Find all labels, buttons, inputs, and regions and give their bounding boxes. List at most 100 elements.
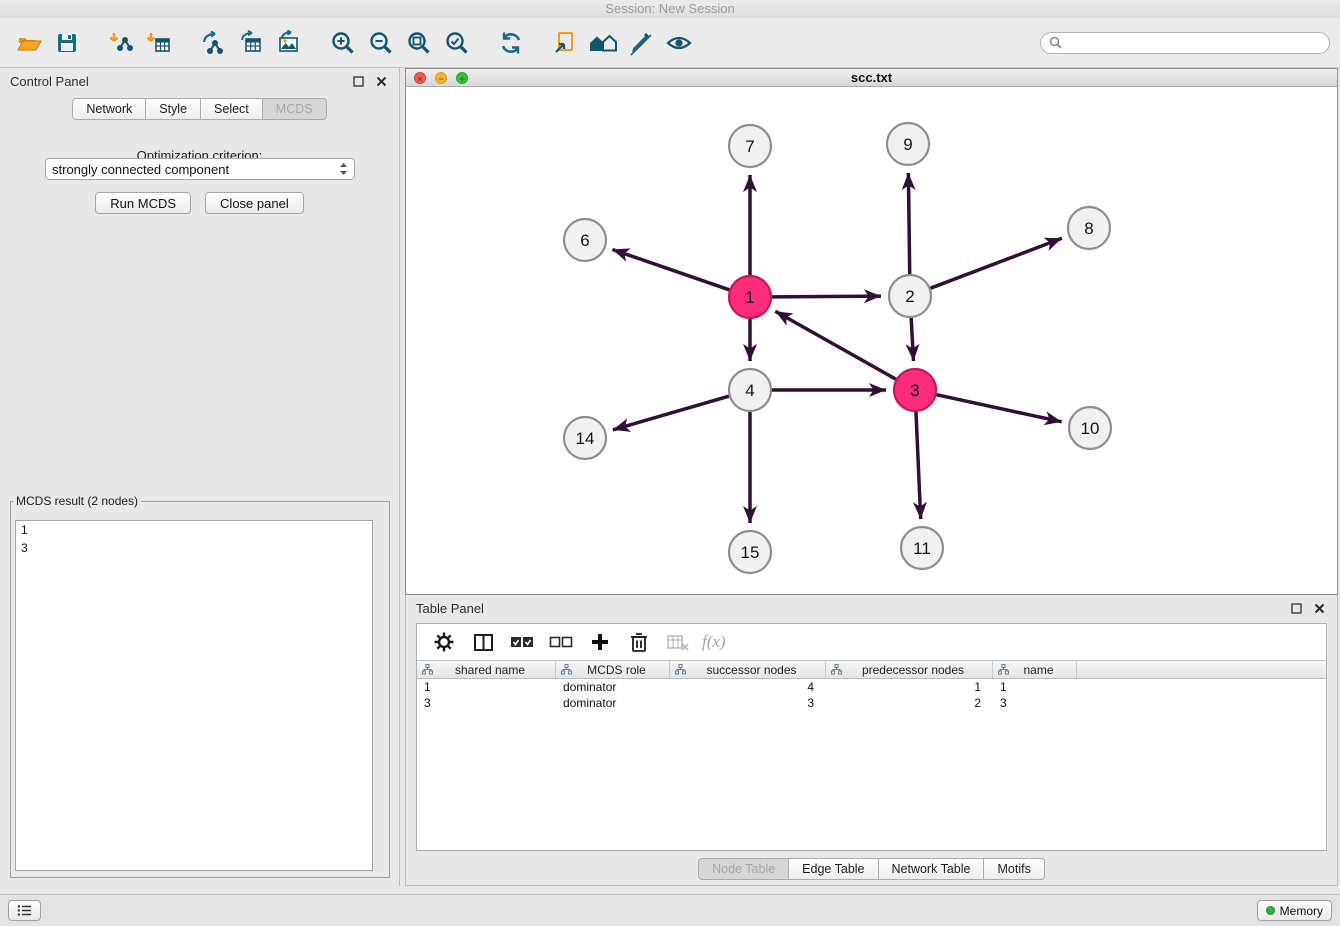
graph-node-9[interactable]: 9: [887, 123, 929, 165]
show-columns-button[interactable]: [468, 628, 498, 656]
node-label: 11: [913, 539, 931, 558]
close-window-button[interactable]: ×: [414, 72, 426, 84]
apply-style-button[interactable]: [622, 24, 660, 62]
edge-1-6[interactable]: [612, 249, 729, 289]
table-settings-button[interactable]: [429, 628, 459, 656]
zoom-out-button[interactable]: [362, 24, 400, 62]
search-input[interactable]: [1067, 36, 1321, 50]
graph-node-11[interactable]: 11: [901, 527, 943, 569]
table-cell[interactable]: 3: [417, 695, 556, 711]
table-cell[interactable]: 1: [417, 679, 556, 695]
tab-node-table[interactable]: Node Table: [698, 858, 788, 880]
control-panel: Control Panel NetworkStyleSelectMCDS Opt…: [0, 68, 400, 886]
node-label: 4: [745, 381, 754, 400]
tab-network[interactable]: Network: [72, 98, 145, 120]
window-title: Session: New Session: [605, 1, 734, 16]
graph-node-3[interactable]: 3: [894, 369, 936, 411]
show-hide-details-button[interactable]: [660, 24, 698, 62]
graph-node-7[interactable]: 7: [729, 125, 771, 167]
zoom-selected-button[interactable]: [438, 24, 476, 62]
main-toolbar: [0, 18, 1340, 68]
tab-motifs[interactable]: Motifs: [983, 858, 1044, 880]
network-home-button[interactable]: [584, 24, 622, 62]
table-row[interactable]: 1dominator411: [417, 679, 1326, 695]
table-cell[interactable]: 1: [993, 679, 1077, 695]
edge-2-3[interactable]: [911, 318, 913, 361]
table-cell[interactable]: 3: [670, 695, 826, 711]
save-session-button[interactable]: [48, 24, 86, 62]
edge-2-9[interactable]: [908, 173, 909, 274]
tab-select[interactable]: Select: [200, 98, 262, 120]
column-header-shared-name[interactable]: shared name: [417, 661, 556, 678]
add-column-button[interactable]: [585, 628, 615, 656]
tab-mcds[interactable]: MCDS: [262, 98, 327, 120]
table-cell[interactable]: 1: [826, 679, 993, 695]
tab-style[interactable]: Style: [145, 98, 200, 120]
float-panel-icon[interactable]: [350, 73, 366, 89]
export-table-button[interactable]: [232, 24, 270, 62]
table-row[interactable]: 3dominator323: [417, 695, 1326, 711]
graph-node-15[interactable]: 15: [729, 531, 771, 573]
graph-node-4[interactable]: 4: [729, 369, 771, 411]
edge-3-1[interactable]: [775, 311, 896, 379]
column-header-successor-nodes[interactable]: successor nodes: [670, 661, 826, 678]
graph-node-2[interactable]: 2: [889, 275, 931, 317]
home-icon: [588, 30, 618, 56]
tab-edge-table[interactable]: Edge Table: [788, 858, 877, 880]
zoom-in-button[interactable]: [324, 24, 362, 62]
apply-layout-button[interactable]: [492, 24, 530, 62]
table-cell[interactable]: dominator: [556, 679, 670, 695]
tab-network-table[interactable]: Network Table: [878, 858, 984, 880]
column-header-mcds-role[interactable]: MCDS role: [556, 661, 670, 678]
memory-button[interactable]: Memory: [1257, 900, 1332, 921]
graph-node-8[interactable]: 8: [1068, 207, 1110, 249]
graph-node-14[interactable]: 14: [564, 417, 606, 459]
maximize-window-button[interactable]: +: [456, 72, 468, 84]
export-network-button[interactable]: [194, 24, 232, 62]
edge-3-11[interactable]: [916, 412, 921, 519]
open-session-button[interactable]: [10, 24, 48, 62]
node-label: 6: [580, 231, 589, 250]
import-table-button[interactable]: [140, 24, 178, 62]
mcds-buttons: Run MCDS Close panel: [0, 192, 399, 214]
column-header-name[interactable]: name: [993, 661, 1077, 678]
zoom-fit-button[interactable]: [400, 24, 438, 62]
mcds-result-list[interactable]: 13: [15, 520, 373, 871]
column-header-predecessor-nodes[interactable]: predecessor nodes: [826, 661, 993, 678]
edge-4-14[interactable]: [613, 396, 729, 430]
table-cell[interactable]: 2: [826, 695, 993, 711]
network-window: × − + scc.txt 7968124314101511: [405, 68, 1338, 595]
close-table-panel-icon[interactable]: [1311, 600, 1327, 616]
graph-node-1[interactable]: 1: [729, 276, 771, 318]
mcds-result-title: MCDS result (2 nodes): [13, 494, 141, 508]
run-mcds-button[interactable]: Run MCDS: [95, 192, 191, 214]
table-cell[interactable]: 4: [670, 679, 826, 695]
export-image-button[interactable]: [270, 24, 308, 62]
minimize-window-button[interactable]: −: [435, 72, 447, 84]
table-cell[interactable]: 3: [993, 695, 1077, 711]
table-tabs: Node TableEdge TableNetwork TableMotifs: [406, 858, 1337, 880]
result-line: 3: [16, 539, 372, 557]
plus-icon: [589, 631, 611, 653]
search-icon: [1049, 36, 1062, 49]
network-canvas-svg[interactable]: 7 9 6 8 1 2 4 3 14 10 15 11: [406, 87, 1337, 594]
float-table-panel-icon[interactable]: [1288, 600, 1304, 616]
edge-2-8[interactable]: [931, 238, 1062, 288]
select-all-button[interactable]: [507, 628, 537, 656]
edge-1-2[interactable]: [772, 296, 881, 297]
app-window: Session: New Session: [0, 0, 1340, 926]
edge-3-10[interactable]: [936, 395, 1061, 422]
delete-table-button: [663, 628, 693, 656]
criterion-dropdown[interactable]: strongly connected component: [45, 158, 355, 180]
table-cell[interactable]: dominator: [556, 695, 670, 711]
close-panel-icon[interactable]: [373, 73, 389, 89]
graph-node-6[interactable]: 6: [564, 219, 606, 261]
graph-node-10[interactable]: 10: [1069, 407, 1111, 449]
memory-status-dot: [1266, 906, 1275, 915]
clear-selection-button[interactable]: [546, 628, 576, 656]
task-history-button[interactable]: [8, 900, 41, 921]
close-panel-button[interactable]: Close panel: [205, 192, 304, 214]
delete-column-button[interactable]: [624, 628, 654, 656]
open-in-browser-button[interactable]: [546, 24, 584, 62]
import-network-button[interactable]: [102, 24, 140, 62]
